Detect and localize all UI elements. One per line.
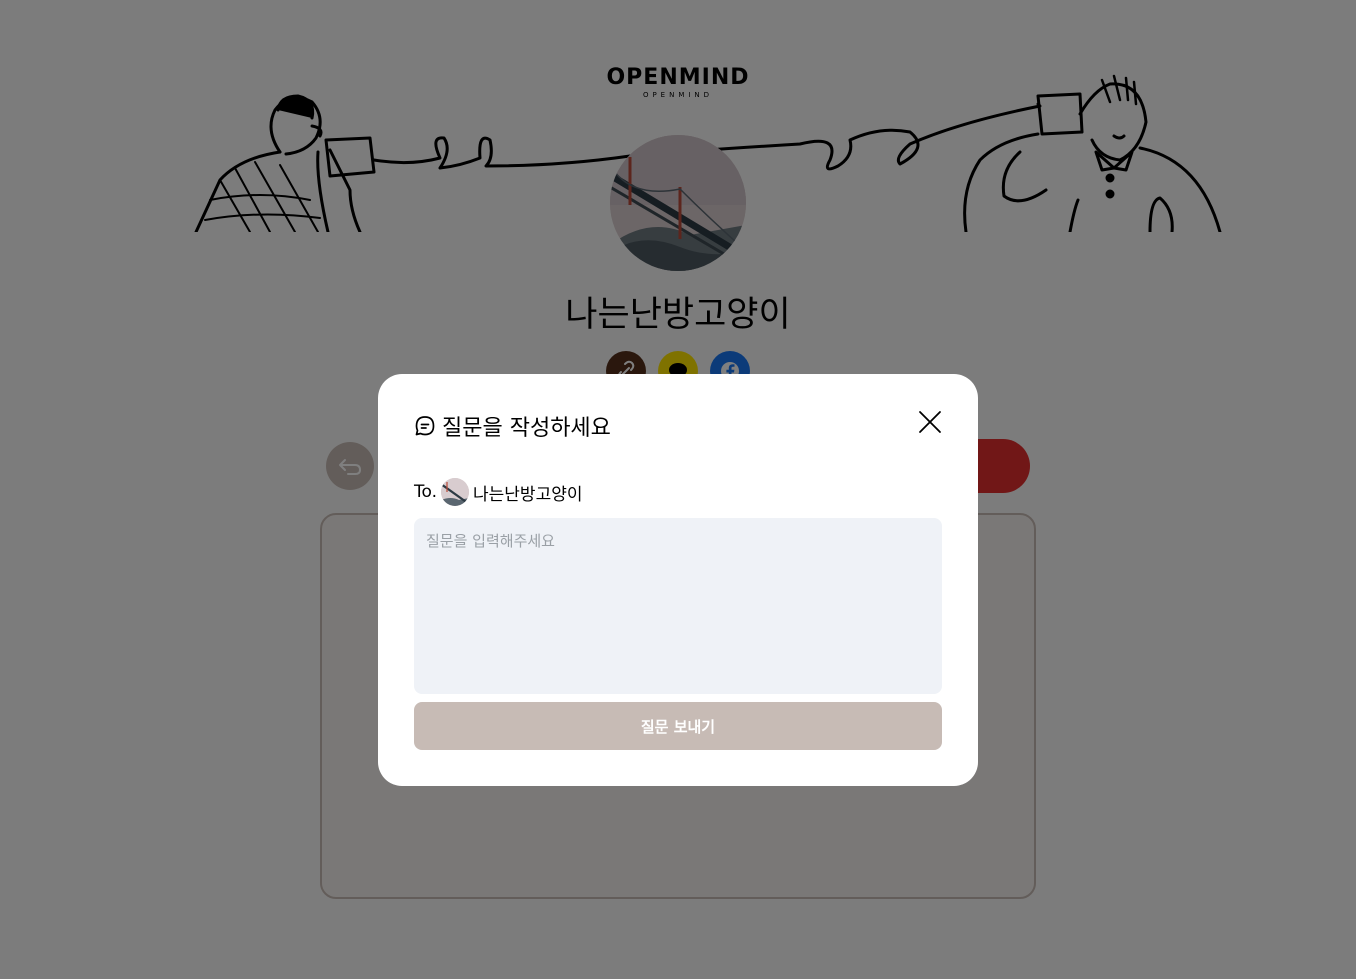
close-icon [919, 411, 941, 433]
modal-title: 질문을 작성하세요 [414, 410, 611, 442]
modal-title-text: 질문을 작성하세요 [442, 416, 611, 441]
question-modal: 질문을 작성하세요 To. 나는난방고양이 질문 보내기 [378, 374, 978, 786]
recipient-row: To. 나는난방고양이 [414, 478, 583, 506]
question-input[interactable] [414, 518, 942, 694]
recipient-name: 나는난방고양이 [473, 484, 583, 505]
close-button[interactable] [918, 410, 942, 434]
recipient-avatar [441, 478, 470, 506]
send-question-button[interactable]: 질문 보내기 [414, 702, 942, 750]
to-label: To. [414, 482, 438, 502]
message-icon [414, 415, 436, 437]
